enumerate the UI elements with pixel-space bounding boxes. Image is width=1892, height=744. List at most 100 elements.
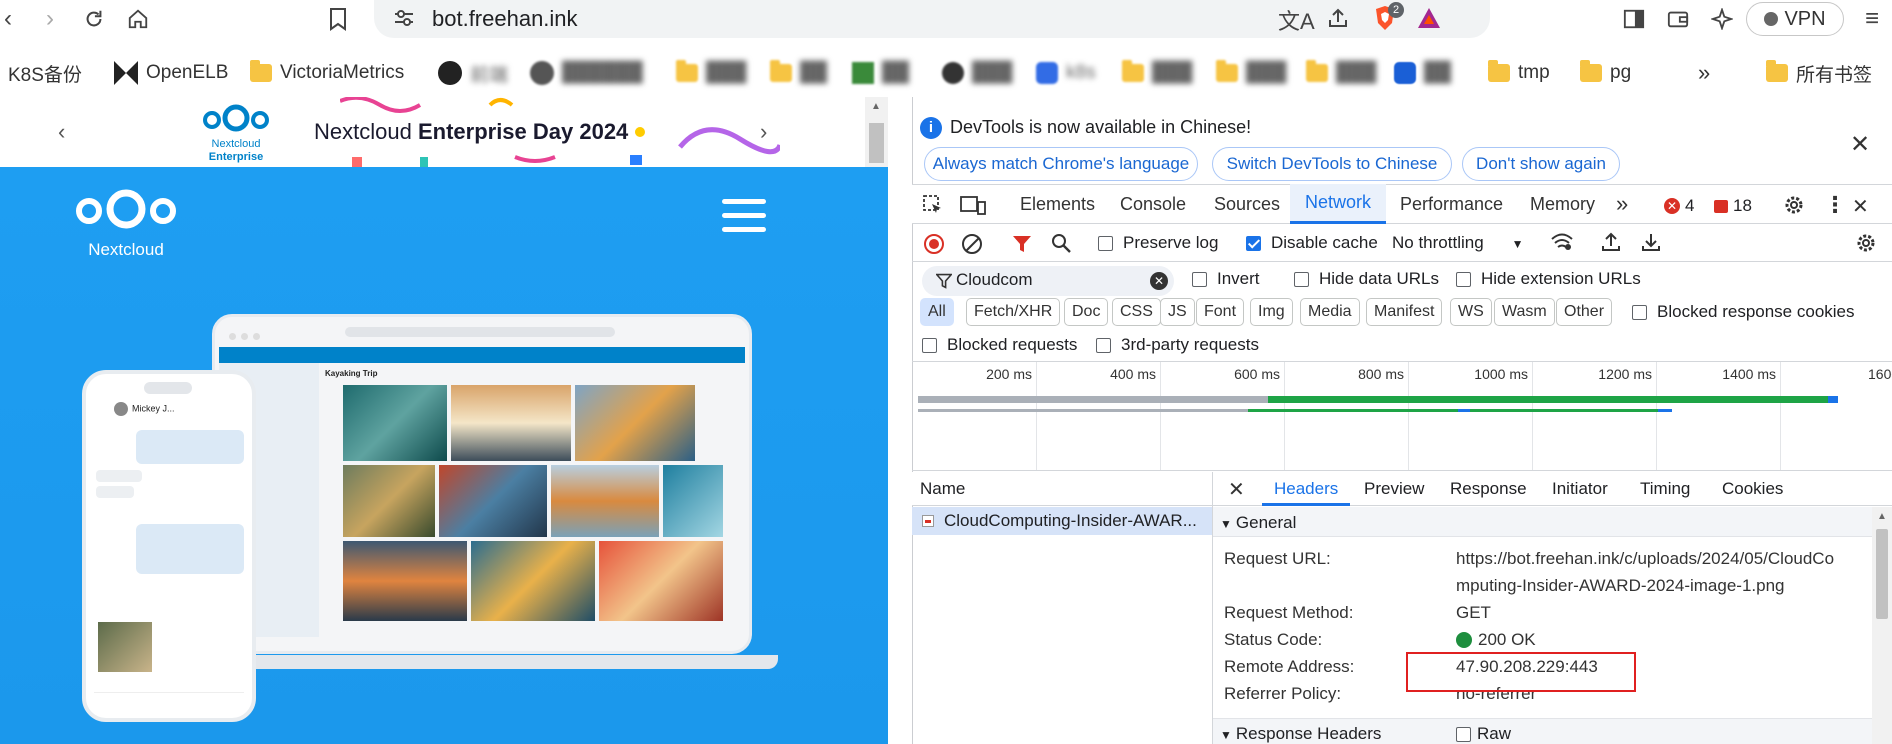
hide-data-urls-checkbox[interactable]: Hide data URLs (1294, 269, 1439, 289)
raw-checkbox[interactable]: Raw (1456, 724, 1511, 744)
bookmark-all[interactable]: 所有书签 (1766, 58, 1872, 88)
reload-icon[interactable] (78, 4, 110, 34)
tab-performance[interactable]: Performance (1400, 184, 1503, 224)
bookmark-blurred-3[interactable]: ██ (770, 58, 827, 88)
menu-icon[interactable]: ≡ (1856, 4, 1888, 34)
record-button[interactable] (924, 234, 944, 254)
issue-counter[interactable]: 18 (1714, 196, 1752, 216)
detail-scrollbar[interactable]: ▲ (1872, 507, 1892, 744)
type-filter-doc[interactable]: Doc (1064, 298, 1109, 326)
throttling-select[interactable]: No throttling ▼ (1392, 233, 1524, 253)
type-filter-css[interactable]: CSS (1112, 298, 1161, 326)
wallet-icon[interactable] (1662, 4, 1694, 34)
type-filter-js[interactable]: JS (1160, 298, 1195, 326)
hero-logo[interactable]: Nextcloud (70, 185, 182, 260)
blocked-cookies-checkbox[interactable]: Blocked response cookies (1632, 302, 1855, 322)
invert-checkbox[interactable]: Invert (1192, 269, 1260, 289)
detail-tab-headers[interactable]: Headers (1262, 472, 1351, 506)
hide-extension-urls-checkbox[interactable]: Hide extension URLs (1456, 269, 1641, 289)
general-section-header[interactable] (1213, 507, 1872, 537)
bookmark-blurred-10[interactable]: ██ (1394, 58, 1451, 88)
tab-network[interactable]: Network (1290, 184, 1387, 224)
devtools-settings-icon[interactable] (1782, 193, 1806, 222)
network-settings-icon[interactable] (1854, 231, 1878, 260)
bookmark-blurred-4[interactable]: ██ (852, 58, 909, 88)
general-section-toggle[interactable]: ▼ General (1220, 513, 1296, 533)
match-language-button[interactable]: Always match Chrome's language (924, 147, 1198, 181)
tab-sources[interactable]: Sources (1214, 184, 1280, 224)
blocked-requests-checkbox[interactable]: Blocked requests (922, 335, 1077, 355)
scroll-up-icon[interactable]: ▲ (871, 101, 881, 112)
clear-filter-icon[interactable]: ✕ (1150, 272, 1168, 290)
filter-input[interactable]: Cloudcom ✕ (922, 266, 1174, 296)
export-har-icon[interactable] (1640, 231, 1662, 258)
bookmark-k8s[interactable]: K8S备份 (0, 58, 82, 88)
tab-memory[interactable]: Memory (1530, 184, 1595, 224)
brave-rewards-icon[interactable] (1416, 6, 1442, 35)
leo-ai-icon[interactable] (1706, 4, 1738, 34)
type-filter-fetch-xhr[interactable]: Fetch/XHR (966, 298, 1061, 326)
bookmark-pg[interactable]: pg (1580, 58, 1631, 88)
detail-tab-initiator[interactable]: Initiator (1552, 479, 1608, 499)
bookmark-openelb[interactable]: OpenELB (114, 58, 228, 88)
hamburger-menu-icon[interactable] (722, 199, 766, 232)
import-har-icon[interactable] (1600, 231, 1622, 258)
type-filter-wasm[interactable]: Wasm (1494, 298, 1555, 326)
preserve-log-checkbox[interactable]: Preserve log (1098, 233, 1218, 253)
error-counter[interactable]: ✕ 4 (1664, 196, 1694, 216)
banner-next-icon[interactable]: › (760, 119, 767, 145)
address-bar[interactable]: bot.freehan.ink 文A 2 (374, 0, 1490, 38)
request-name[interactable]: CloudComputing-Insider-AWAR... (944, 511, 1206, 531)
brave-shields-icon[interactable]: 2 (1372, 2, 1404, 37)
scroll-thumb[interactable] (869, 123, 884, 163)
bookmark-blurred-1[interactable]: ██████ (530, 58, 643, 88)
close-devtools-icon[interactable]: ✕ (1852, 194, 1869, 219)
inspect-element-icon[interactable] (922, 194, 944, 221)
clear-icon[interactable] (962, 234, 982, 254)
type-filter-media[interactable]: Media (1300, 298, 1360, 326)
url-text[interactable]: bot.freehan.ink (432, 6, 578, 32)
name-column-header[interactable]: Name (920, 479, 965, 499)
type-filter-img[interactable]: Img (1250, 298, 1293, 326)
site-settings-icon[interactable] (392, 6, 416, 35)
response-headers-toggle[interactable]: ▼ Response Headers (1220, 724, 1381, 744)
type-filter-font[interactable]: Font (1196, 298, 1245, 326)
search-icon[interactable] (1050, 232, 1072, 259)
more-bookmarks-icon[interactable]: » (1698, 58, 1710, 88)
bookmark-icon[interactable] (322, 4, 354, 34)
scroll-up-icon[interactable]: ▲ (1877, 511, 1887, 522)
type-filter-manifest[interactable]: Manifest (1366, 298, 1443, 326)
bookmark-frontend[interactable]: 前端 (438, 58, 508, 88)
third-party-checkbox[interactable]: 3rd-party requests (1096, 335, 1259, 355)
filter-icon[interactable] (1012, 234, 1032, 259)
detail-tab-cookies[interactable]: Cookies (1722, 479, 1783, 499)
tab-elements[interactable]: Elements (1020, 184, 1095, 224)
sidebar-icon[interactable] (1618, 4, 1650, 34)
dont-show-again-button[interactable]: Don't show again (1462, 147, 1620, 181)
home-icon[interactable] (122, 4, 154, 34)
network-conditions-icon[interactable] (1550, 231, 1574, 258)
type-filter-ws[interactable]: WS (1450, 298, 1492, 326)
translate-icon[interactable]: 文A (1278, 4, 1315, 36)
type-filter-other[interactable]: Other (1556, 298, 1613, 326)
bookmark-blurred-8[interactable]: ███ (1216, 58, 1286, 88)
device-toolbar-icon[interactable] (960, 194, 986, 221)
scroll-thumb[interactable] (1876, 529, 1888, 619)
bookmark-tmp[interactable]: tmp (1488, 58, 1550, 88)
detail-tab-timing[interactable]: Timing (1640, 479, 1690, 499)
detail-tab-preview[interactable]: Preview (1364, 479, 1424, 499)
detail-tab-response[interactable]: Response (1450, 479, 1527, 499)
bookmark-blurred-2[interactable]: ███ (676, 58, 746, 88)
more-tabs-icon[interactable]: » (1616, 184, 1628, 224)
switch-to-chinese-button[interactable]: Switch DevTools to Chinese (1212, 147, 1452, 181)
bookmark-blurred-5[interactable]: ███ (942, 58, 1012, 88)
bookmark-blurred-6[interactable]: k8s (1036, 58, 1096, 88)
tab-console[interactable]: Console (1120, 184, 1186, 224)
close-notice-icon[interactable]: ✕ (1850, 130, 1870, 159)
bookmark-blurred-9[interactable]: ███ (1306, 58, 1376, 88)
promo-banner[interactable]: ‹ Nextcloud Enterprise Nextcloud Enterpr… (0, 97, 865, 167)
bookmark-blurred-7[interactable]: ███ (1122, 58, 1192, 88)
banner-prev-icon[interactable]: ‹ (58, 119, 65, 145)
devtools-menu-icon[interactable]: ⋮ (1824, 192, 1846, 218)
back-icon[interactable]: ‹ (0, 4, 24, 34)
